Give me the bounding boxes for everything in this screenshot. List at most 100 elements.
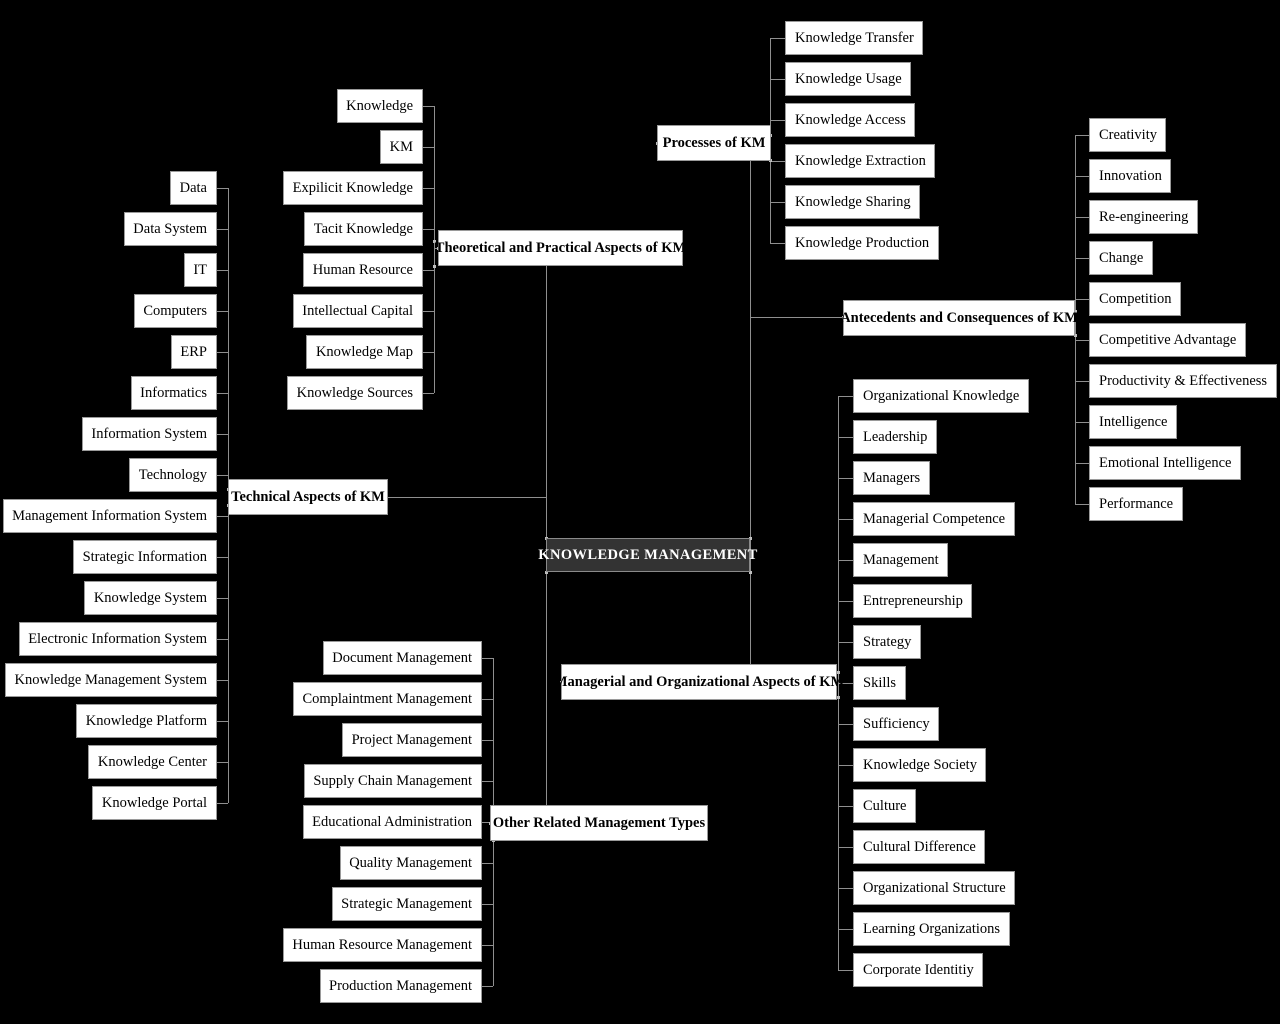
connector-horizontal bbox=[423, 393, 434, 394]
leaf-node[interactable]: Cultural Difference bbox=[853, 830, 985, 864]
leaf-node[interactable]: Educational Administration bbox=[303, 805, 482, 839]
leaf-node[interactable]: Emotional Intelligence bbox=[1089, 446, 1241, 480]
leaf-node[interactable]: Managers bbox=[853, 461, 930, 495]
connector-horizontal bbox=[217, 598, 228, 599]
connector-horizontal bbox=[1075, 504, 1090, 505]
branch-processes-of-km[interactable]: Processes of KM bbox=[657, 125, 771, 161]
leaf-node[interactable]: Performance bbox=[1089, 487, 1183, 521]
connector-horizontal bbox=[1075, 381, 1090, 382]
leaf-node[interactable]: Human Resource Management bbox=[283, 928, 482, 962]
leaf-node[interactable]: Quality Management bbox=[340, 846, 482, 880]
connector-horizontal bbox=[1075, 258, 1090, 259]
leaf-node[interactable]: Project Management bbox=[342, 723, 482, 757]
leaf-node[interactable]: Competitive Advantage bbox=[1089, 323, 1246, 357]
connector-horizontal bbox=[217, 352, 228, 353]
leaf-node[interactable]: Knowledge Access bbox=[785, 103, 915, 137]
connector-joint bbox=[837, 696, 840, 699]
leaf-node[interactable]: Innovation bbox=[1089, 159, 1171, 193]
leaf-node[interactable]: Competition bbox=[1089, 282, 1181, 316]
leaf-node[interactable]: Knowledge Production bbox=[785, 226, 939, 260]
connector-horizontal bbox=[770, 243, 785, 244]
connector-horizontal bbox=[838, 519, 853, 520]
leaf-node[interactable]: Knowledge Platform bbox=[76, 704, 217, 738]
connector-horizontal bbox=[482, 781, 493, 782]
leaf-node[interactable]: Intelligence bbox=[1089, 405, 1177, 439]
leaf-node[interactable]: Knowledge bbox=[337, 89, 423, 123]
leaf-node[interactable]: Knowledge Sources bbox=[287, 376, 423, 410]
connector-horizontal bbox=[838, 642, 853, 643]
leaf-node[interactable]: Knowledge Sharing bbox=[785, 185, 920, 219]
leaf-node[interactable]: Knowledge Extraction bbox=[785, 144, 935, 178]
leaf-node[interactable]: Strategic Management bbox=[332, 887, 482, 921]
leaf-node[interactable]: Leadership bbox=[853, 420, 937, 454]
leaf-node[interactable]: Learning Organizations bbox=[853, 912, 1010, 946]
connector-horizontal bbox=[838, 847, 853, 848]
leaf-node[interactable]: Strategy bbox=[853, 625, 921, 659]
branch-technical-aspects[interactable]: Technical Aspects of KM bbox=[228, 479, 388, 515]
connector-horizontal bbox=[838, 970, 853, 971]
leaf-node[interactable]: Knowledge Portal bbox=[92, 786, 217, 820]
leaf-node[interactable]: Intellectual Capital bbox=[293, 294, 423, 328]
leaf-node[interactable]: Knowledge Map bbox=[306, 335, 423, 369]
connector-horizontal bbox=[217, 393, 228, 394]
leaf-node[interactable]: Productivity & Effectiveness bbox=[1089, 364, 1277, 398]
leaf-node[interactable]: Data bbox=[170, 171, 217, 205]
leaf-node[interactable]: Corporate Identitiy bbox=[853, 953, 983, 987]
leaf-node[interactable]: Complaintment Management bbox=[293, 682, 482, 716]
connector-vertical bbox=[546, 248, 547, 823]
leaf-node[interactable]: IT bbox=[184, 253, 217, 287]
connector-horizontal bbox=[838, 601, 853, 602]
leaf-node[interactable]: Sufficiency bbox=[853, 707, 939, 741]
root-node[interactable]: KNOWLEDGE MANAGEMENT bbox=[538, 538, 757, 572]
leaf-node[interactable]: Culture bbox=[853, 789, 916, 823]
connector-horizontal bbox=[217, 475, 228, 476]
leaf-node[interactable]: Document Management bbox=[323, 641, 482, 675]
leaf-node[interactable]: Knowledge Transfer bbox=[785, 21, 923, 55]
leaf-node[interactable]: Knowledge Center bbox=[88, 745, 217, 779]
leaf-node[interactable]: Electronic Information System bbox=[19, 622, 217, 656]
leaf-node[interactable]: ERP bbox=[171, 335, 217, 369]
leaf-node[interactable]: Informatics bbox=[131, 376, 217, 410]
leaf-node[interactable]: Human Resource bbox=[303, 253, 423, 287]
connector-horizontal bbox=[1075, 463, 1090, 464]
leaf-node[interactable]: Technology bbox=[129, 458, 217, 492]
leaf-node[interactable]: Management Information System bbox=[3, 499, 217, 533]
leaf-node[interactable]: Organizational Structure bbox=[853, 871, 1015, 905]
connector-horizontal bbox=[770, 38, 785, 39]
leaf-node[interactable]: Management bbox=[853, 543, 948, 577]
leaf-node[interactable]: Re-engineering bbox=[1089, 200, 1198, 234]
leaf-node[interactable]: Supply Chain Management bbox=[304, 764, 482, 798]
connector-horizontal bbox=[482, 740, 493, 741]
connector-joint bbox=[433, 265, 436, 268]
leaf-node[interactable]: Information System bbox=[82, 417, 217, 451]
leaf-node[interactable]: Organizational Knowledge bbox=[853, 379, 1029, 413]
connector-horizontal bbox=[217, 311, 228, 312]
connector-horizontal bbox=[388, 497, 546, 498]
leaf-node[interactable]: Skills bbox=[853, 666, 906, 700]
leaf-node[interactable]: Knowledge Management System bbox=[5, 663, 217, 697]
connector-horizontal bbox=[838, 478, 853, 479]
leaf-node[interactable]: Data System bbox=[124, 212, 217, 246]
leaf-node[interactable]: Production Management bbox=[320, 969, 482, 1003]
branch-antecedents-consequences[interactable]: Antecedents and Consequences of KM bbox=[840, 300, 1078, 336]
leaf-node[interactable]: Expilicit Knowledge bbox=[283, 171, 423, 205]
leaf-node[interactable]: Tacit Knowledge bbox=[304, 212, 423, 246]
connector-horizontal bbox=[217, 803, 228, 804]
leaf-node[interactable]: Entrepreneurship bbox=[853, 584, 972, 618]
branch-other-related-management-types[interactable]: Other Related Management Types bbox=[490, 805, 708, 841]
connector-horizontal bbox=[770, 202, 785, 203]
leaf-node[interactable]: Strategic Information bbox=[73, 540, 217, 574]
leaf-node[interactable]: Knowledge Usage bbox=[785, 62, 911, 96]
leaf-node[interactable]: Change bbox=[1089, 241, 1153, 275]
leaf-node[interactable]: KM bbox=[380, 130, 423, 164]
connector-vertical bbox=[750, 143, 751, 682]
leaf-node[interactable]: Computers bbox=[134, 294, 217, 328]
connector-horizontal bbox=[217, 721, 228, 722]
branch-managerial-organizational-aspects[interactable]: Managerial and Organizational Aspects of… bbox=[554, 664, 844, 700]
leaf-node[interactable]: Knowledge Society bbox=[853, 748, 986, 782]
branch-theoretical-practical-aspects[interactable]: Theoretical and Practical Aspects of KM bbox=[435, 230, 686, 266]
leaf-node[interactable]: Managerial Competence bbox=[853, 502, 1015, 536]
leaf-node[interactable]: Knowledge System bbox=[84, 581, 217, 615]
leaf-node[interactable]: Creativity bbox=[1089, 118, 1166, 152]
connector-horizontal bbox=[838, 560, 853, 561]
